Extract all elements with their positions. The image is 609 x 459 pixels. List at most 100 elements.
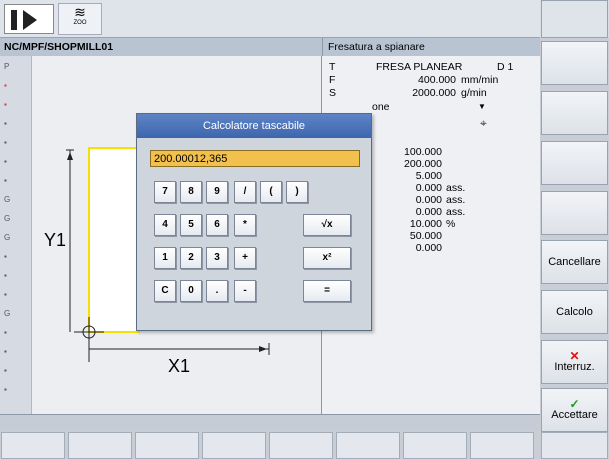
green-check-icon: ✓ (569, 397, 580, 411)
calc-key[interactable]: 8 (180, 181, 202, 203)
feed-value[interactable]: 400.000 (400, 74, 456, 86)
tool-name[interactable]: FRESA PLANEAR (376, 61, 462, 73)
y-dimension-label: Y1 (44, 230, 67, 250)
calc-key[interactable]: / (234, 181, 256, 203)
hsoftkey-7[interactable] (403, 432, 467, 459)
calc-key[interactable]: C (154, 280, 176, 302)
calc-key[interactable]: = (303, 280, 351, 302)
param-value[interactable]: 50.000 (372, 230, 442, 242)
hsoftkey-6[interactable] (336, 432, 400, 459)
param-unit: ass. (446, 194, 466, 206)
param-value[interactable]: 0.000 (372, 206, 442, 218)
calc-key[interactable]: 4 (154, 214, 176, 236)
softkey-top-blank (541, 0, 608, 38)
calc-key[interactable]: 9 (206, 181, 228, 203)
param-unit: ass. (446, 182, 466, 194)
calc-key[interactable]: + (234, 247, 256, 269)
param-value[interactable]: 0.000 (372, 182, 442, 194)
calculator-dialog: Calcolatore tascabile 200.00012,365 7 8 9 /… (136, 113, 372, 331)
calc-key[interactable]: - (234, 280, 256, 302)
hsoftkey-1[interactable] (1, 432, 65, 459)
feed-unit: mm/min (461, 74, 499, 86)
param-unit: % (446, 218, 456, 230)
param-value[interactable]: 200.000 (372, 158, 442, 170)
speed-value[interactable]: 2000.000 (400, 87, 456, 99)
param-value[interactable]: 0.000 (372, 242, 442, 254)
hsoftkey-4[interactable] (202, 432, 266, 459)
operation-icon[interactable]: ≋ ZOO (58, 3, 102, 35)
strip-item[interactable]: ▪ (4, 271, 26, 283)
op-icon-label: ZOO (73, 20, 87, 26)
strip-item[interactable]: ▪ (4, 157, 26, 169)
calculator-display[interactable]: 200.00012,365 (150, 150, 360, 167)
speed-unit: g/min (461, 87, 487, 99)
param-value[interactable]: 5.000 (372, 170, 442, 182)
strip-item[interactable]: ▪ (4, 100, 26, 112)
interrupt-softkey[interactable]: ✕ Interruz. (541, 340, 608, 384)
param-unit: ass. (446, 206, 466, 218)
param-value[interactable]: 100.000 (372, 146, 442, 158)
strip-item[interactable]: G (4, 233, 26, 245)
direction-icon[interactable]: ⌖ (480, 116, 487, 131)
strip-item[interactable]: P (4, 62, 26, 74)
calc-key[interactable]: 1 (154, 247, 176, 269)
operation-strip: P ▪ ▪ ▪ ▪ ▪ ▪ G G G ▪ ▪ ▪ G ▪ ▪ ▪ ▪ (0, 56, 32, 414)
cancel-softkey-label: Cancellare (548, 256, 601, 268)
strip-item[interactable]: G (4, 214, 26, 226)
strip-item[interactable]: G (4, 309, 26, 321)
calc-key[interactable]: * (234, 214, 256, 236)
strip-item[interactable]: ▪ (4, 290, 26, 302)
calc-key[interactable]: ( (260, 181, 282, 203)
milling-wave-icon: ≋ (74, 5, 86, 21)
calc-key[interactable]: 2 (180, 247, 202, 269)
feed-letter: F (329, 74, 336, 86)
red-x-icon: ✕ (569, 349, 580, 363)
cancel-softkey[interactable]: Cancellare (541, 240, 608, 284)
accept-softkey-label: Accettare (551, 409, 598, 421)
strip-item[interactable]: ▪ (4, 347, 26, 359)
strip-item[interactable]: ▪ (4, 252, 26, 264)
calc-key[interactable]: 0 (180, 280, 202, 302)
param-value[interactable]: 0.000 (372, 194, 442, 206)
interrupt-softkey-label: Interruz. (554, 361, 595, 373)
hsoftkey-8[interactable] (470, 432, 534, 459)
strip-item[interactable]: ▪ (4, 119, 26, 131)
machining-label: one (372, 101, 390, 113)
vsoftkey-4[interactable] (541, 191, 608, 235)
status-line (0, 414, 540, 431)
vsoftkey-1[interactable] (541, 41, 608, 85)
dropdown-arrow-icon[interactable]: ▼ (478, 102, 486, 111)
strip-item[interactable]: ▪ (4, 81, 26, 93)
calc-key[interactable]: √x (303, 214, 351, 236)
calc-key[interactable]: 5 (180, 214, 202, 236)
calculate-softkey[interactable]: Calcolo (541, 290, 608, 334)
strip-item[interactable]: ▪ (4, 176, 26, 188)
tool-letter: T (329, 61, 336, 73)
mode-arrow-icon[interactable] (4, 4, 54, 34)
hsoftkey-9[interactable] (541, 432, 608, 459)
strip-item[interactable]: ▪ (4, 366, 26, 378)
vsoftkey-3[interactable] (541, 141, 608, 185)
hsoftkey-5[interactable] (269, 432, 333, 459)
accept-softkey[interactable]: ✓ Accettare (541, 388, 608, 432)
strip-item[interactable]: ▪ (4, 138, 26, 150)
param-value[interactable]: 10.000 (372, 218, 442, 230)
calc-key[interactable]: ) (286, 181, 308, 203)
tool-d[interactable]: D 1 (497, 61, 513, 73)
calc-key[interactable]: 3 (206, 247, 228, 269)
operation-title: Fresatura a spianare (322, 38, 540, 56)
hsoftkey-3[interactable] (135, 432, 199, 459)
calc-key[interactable]: . (206, 280, 228, 302)
calc-key[interactable]: x² (303, 247, 351, 269)
calc-key[interactable]: 6 (206, 214, 228, 236)
calc-key[interactable]: 7 (154, 181, 176, 203)
strip-item[interactable]: ▪ (4, 328, 26, 340)
vsoftkey-2[interactable] (541, 91, 608, 135)
program-path: NC/MPF/SHOPMILL01 (0, 38, 322, 56)
calculator-title: Calcolatore tascabile (137, 114, 371, 138)
strip-item[interactable]: ▪ (4, 385, 26, 397)
speed-letter: S (329, 87, 337, 99)
calculate-softkey-label: Calcolo (556, 306, 593, 318)
strip-item[interactable]: G (4, 195, 26, 207)
hsoftkey-2[interactable] (68, 432, 132, 459)
